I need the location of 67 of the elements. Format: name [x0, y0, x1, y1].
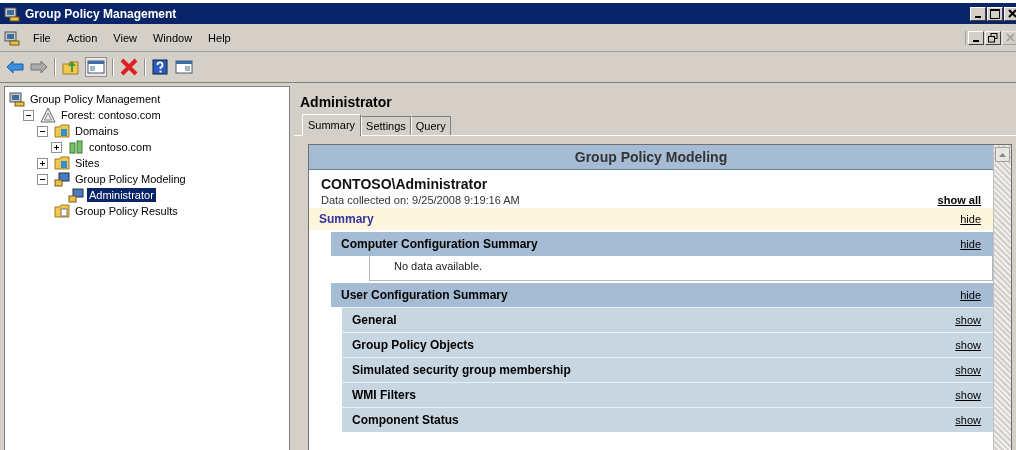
- section-title: Group Policy Objects: [352, 338, 475, 352]
- console-icon: [4, 29, 20, 46]
- computer-user-icon: [54, 171, 70, 187]
- toggle-link[interactable]: hide: [960, 238, 981, 250]
- report-banner: Group Policy Modeling: [309, 145, 993, 170]
- restore-button[interactable]: [985, 30, 1001, 45]
- minimize-button[interactable]: [970, 6, 986, 21]
- up-arrow-icon: [999, 152, 1006, 157]
- tree-item[interactable]: Forest: contoso.com: [59, 108, 163, 122]
- menu-item[interactable]: File: [26, 29, 58, 46]
- expander-toggle[interactable]: [37, 157, 48, 169]
- section-title: Simulated security group membership: [352, 363, 571, 377]
- expander-toggle[interactable]: [23, 109, 34, 121]
- tab[interactable]: Summary: [302, 114, 362, 136]
- menu-item[interactable]: Window: [145, 29, 200, 46]
- folder-icon: [54, 123, 70, 139]
- delete-icon[interactable]: [120, 58, 138, 76]
- tree-item[interactable]: Group Policy Modeling: [73, 172, 188, 186]
- menu-item[interactable]: View: [106, 29, 144, 46]
- section-title: User Configuration Summary: [341, 288, 508, 302]
- toggle-link[interactable]: show: [955, 339, 981, 351]
- maximize-button[interactable]: [987, 6, 1003, 21]
- tree-item[interactable]: contoso.com: [87, 140, 154, 154]
- back-arrow-icon[interactable]: [6, 60, 24, 74]
- toggle-link[interactable]: show: [955, 364, 981, 376]
- triangle-icon: [40, 107, 56, 123]
- section-title: General: [352, 313, 397, 327]
- computer-user-icon: [68, 187, 84, 203]
- window-title: Group Policy Management: [25, 6, 177, 21]
- section-title: Computer Configuration Summary: [341, 237, 538, 251]
- tab[interactable]: Settings: [361, 116, 411, 135]
- document-folder-icon: [54, 203, 70, 219]
- section-title: WMI Filters: [352, 388, 416, 402]
- help-icon[interactable]: [152, 59, 168, 75]
- toggle-link[interactable]: show: [955, 414, 981, 426]
- section-title: Summary: [319, 212, 374, 226]
- console-icon: [9, 91, 25, 107]
- collected-date-text: Data collected on: 9/25/2008 9:19:16 AM: [321, 194, 520, 206]
- tree-item[interactable]: Domains: [73, 124, 121, 138]
- action-pane-icon[interactable]: [174, 58, 194, 76]
- console-icon: [4, 5, 20, 22]
- toggle-link[interactable]: hide: [960, 289, 981, 301]
- menu-item[interactable]: Action: [59, 29, 105, 46]
- scroll-up-button[interactable]: [995, 147, 1010, 162]
- section-title: Component Status: [352, 413, 459, 427]
- tree-item[interactable]: Administrator: [87, 188, 156, 202]
- forward-arrow-icon[interactable]: [30, 60, 48, 74]
- console-tree-icon[interactable]: [86, 58, 106, 76]
- tab[interactable]: Query: [410, 116, 451, 135]
- tree-item[interactable]: Sites: [73, 156, 102, 170]
- tree-item[interactable]: Group Policy Management: [28, 92, 163, 106]
- pane-title: Administrator: [299, 93, 393, 112]
- minimize-button[interactable]: [968, 30, 984, 45]
- building-icon: [68, 139, 84, 155]
- report-heading: CONTOSO\Administrator: [320, 175, 489, 194]
- expander-toggle[interactable]: [37, 173, 48, 185]
- scrollbar[interactable]: [993, 145, 1011, 450]
- expander-toggle[interactable]: [37, 125, 48, 137]
- tree-item[interactable]: Group Policy Results: [73, 204, 180, 218]
- no-data-text: No data available.: [394, 260, 483, 272]
- folder-icon: [54, 155, 70, 171]
- expander-toggle[interactable]: [51, 141, 62, 153]
- hide-link[interactable]: hide: [960, 213, 981, 225]
- toggle-link[interactable]: show: [955, 389, 981, 401]
- toggle-link[interactable]: show: [955, 314, 981, 326]
- menu-item[interactable]: Help: [201, 29, 238, 46]
- show-all-link[interactable]: show all: [937, 194, 981, 206]
